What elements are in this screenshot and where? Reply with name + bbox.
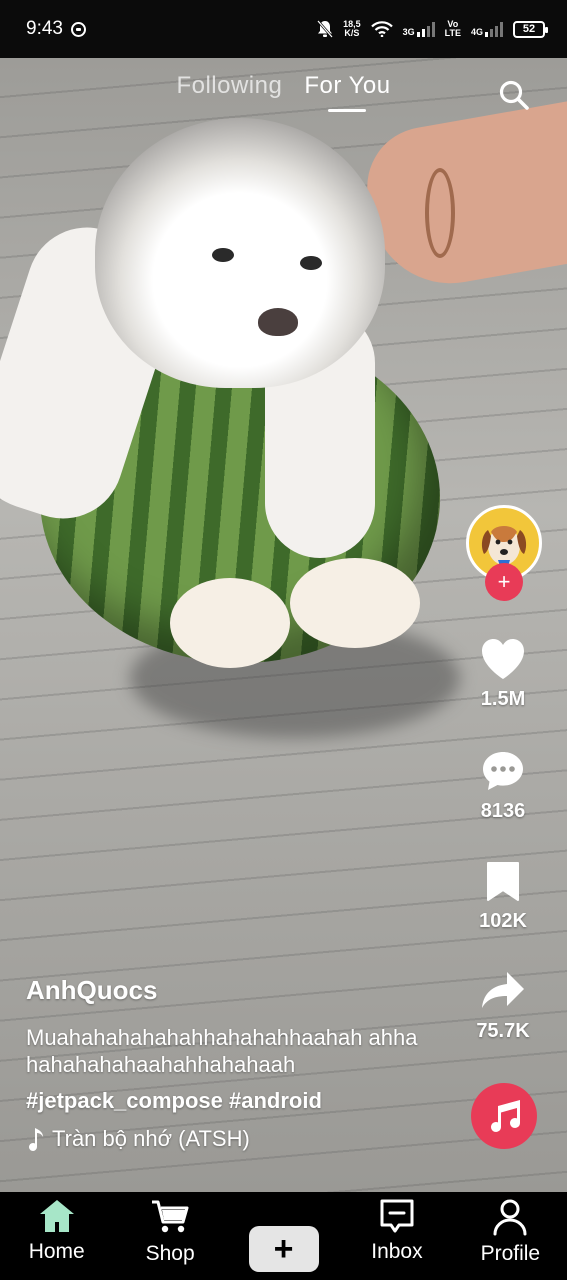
status-right: 18,5 K/S 3G Vo LTE 4G 52 [317,20,548,38]
video-hand [357,100,567,296]
share-button[interactable]: 75.7K [458,970,548,1043]
sim2-bars-icon [485,21,503,37]
nav-create[interactable]: + [227,1192,340,1280]
notification-icon [70,21,86,37]
post-description: Muahahahahahahhahahahhaahah ahhahahahaha… [26,1025,418,1077]
volte-bottom: LTE [444,28,461,38]
share-icon [482,972,524,1008]
post-song[interactable]: Tràn bộ nhớ (ATSH) [26,1126,446,1152]
search-button[interactable] [497,78,531,112]
status-left: 9:43 [26,18,86,40]
plus-icon: + [273,1229,294,1268]
net-speed-unit: K/S [344,28,360,38]
nav-shop-label: Shop [145,1242,195,1265]
music-disc-button[interactable] [471,1083,537,1149]
volte-indicator: Vo LTE [445,20,461,38]
video-dog-eye-left [212,248,234,262]
sim2-signal: 4G [471,21,503,37]
net-speed: 18,5 K/S [343,20,361,38]
sim1-bars-icon [416,21,435,37]
wifi-icon [370,21,393,37]
nav-shop[interactable]: Shop [113,1192,226,1280]
comment-icon [483,752,523,790]
video-dog-paw-left [170,578,290,668]
video-bracelet [425,168,455,258]
bookmark-button[interactable]: 102K [458,860,548,933]
video-dog-head [95,118,385,388]
cart-icon [152,1200,189,1233]
bottom-nav: Home Shop + Inbox Profile [0,1192,567,1280]
bookmark-icon [487,862,519,901]
nav-inbox[interactable]: Inbox [340,1192,453,1280]
battery-icon: 52 [513,20,548,38]
nav-home[interactable]: Home [0,1192,113,1280]
nav-profile[interactable]: Profile [454,1192,567,1280]
post-username[interactable]: AnhQuocs [26,975,446,1006]
plus-icon: + [497,569,511,594]
music-note-icon [491,1100,520,1132]
inbox-icon [380,1199,414,1233]
mute-bell-icon [317,20,334,38]
create-button[interactable]: + [248,1226,319,1272]
bookmark-count: 102K [479,910,527,932]
comment-count: 8136 [480,800,526,822]
creator-avatar-group: + [466,505,542,601]
video-dog-paw-right [290,558,420,648]
status-time: 9:43 [26,18,63,39]
nav-home-label: Home [28,1240,85,1263]
heart-icon [482,639,524,679]
nav-inbox-label: Inbox [371,1240,423,1263]
post-caption: AnhQuocs Muahahahahahahhahahahhaahah ahh… [26,975,446,1152]
like-count: 1.5M [480,688,526,710]
sim1-label: 3G [402,27,415,37]
post-hashtags[interactable]: #jetpack_compose #android [26,1088,446,1114]
profile-icon [493,1199,527,1236]
like-button[interactable]: 1.5M [458,638,548,711]
nav-profile-label: Profile [480,1242,541,1265]
home-icon [39,1200,74,1232]
feed-tabs: Following For You [0,72,567,112]
search-icon [499,80,529,110]
follow-button[interactable]: + [485,563,523,601]
battery-level: 52 [522,23,536,35]
video-dog-eye-right [300,256,322,270]
share-count: 75.7K [476,1020,530,1042]
sim1-signal: 3G [403,21,435,37]
sim2-label: 4G [470,27,483,37]
status-bar: 9:43 18,5 K/S 3G Vo LTE 4G 52 [0,0,567,58]
video-dog-nose [258,308,298,336]
post-song-title: Tràn bộ nhớ (ATSH) [52,1126,250,1151]
tab-for-you[interactable]: For You [304,72,390,112]
tab-following[interactable]: Following [176,72,282,108]
music-note-small-icon [29,1128,43,1151]
comment-button[interactable]: 8136 [458,750,548,823]
